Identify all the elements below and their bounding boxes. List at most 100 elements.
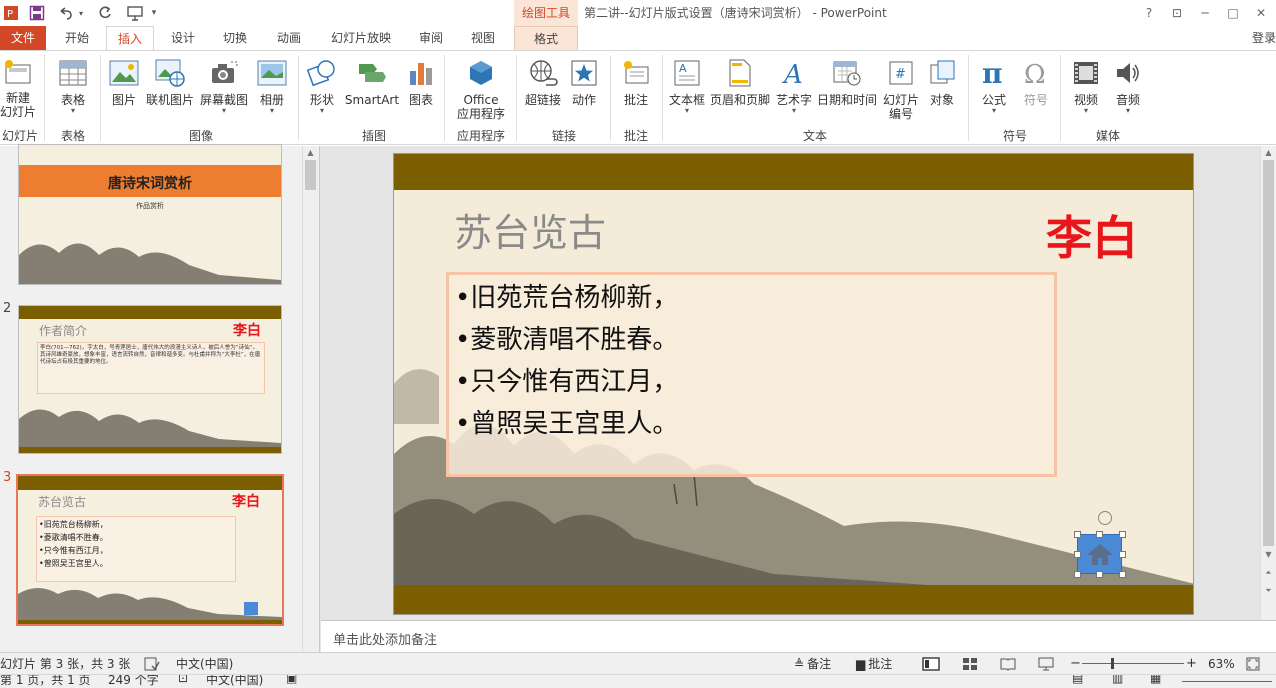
app-icon[interactable]: P — [0, 3, 22, 23]
shapes-button[interactable]: 形状 ▾ — [304, 57, 340, 115]
next-slide-icon[interactable]: ⏷ — [1263, 586, 1274, 596]
secondary-zoom-track[interactable] — [1182, 681, 1272, 682]
minimize-button[interactable]: ─ — [1192, 2, 1218, 24]
hyperlink-button[interactable]: 超链接 — [522, 57, 564, 107]
notes-pane[interactable]: 单击此处添加备注 — [321, 620, 1276, 652]
previous-slide-icon[interactable]: ⏶ — [1263, 568, 1274, 578]
office-apps-button[interactable]: Office 应用程序 — [450, 57, 512, 121]
zoom-slider-handle[interactable] — [1111, 658, 1115, 669]
tab-view[interactable]: 视图 — [460, 26, 506, 50]
resize-handle[interactable] — [1074, 571, 1081, 578]
zoom-level[interactable]: 63% — [1208, 653, 1235, 675]
slide-author[interactable]: 李白 — [1046, 202, 1138, 268]
redo-icon[interactable] — [94, 3, 116, 23]
sign-in-link[interactable]: 登录 — [1252, 26, 1276, 50]
poem-textbox[interactable]: •旧苑荒台杨柳新， •菱歌清唱不胜春。 •只今惟有西江月， •曾照吴王宫里人。 — [446, 272, 1057, 477]
tab-design[interactable]: 设计 — [160, 26, 206, 50]
undo-icon[interactable] — [54, 3, 76, 23]
close-button[interactable]: ✕ — [1248, 2, 1274, 24]
resize-handle[interactable] — [1119, 551, 1126, 558]
textbox-button[interactable]: A 文本框 ▾ — [666, 57, 708, 115]
slide-thumbnail-2[interactable]: 作者简介 李白 李白(701—762)，字太白，号青莲居士，唐代伟大的浪漫主义诗… — [18, 305, 282, 454]
chart-button[interactable]: 图表 — [404, 57, 438, 107]
tab-animations[interactable]: 动画 — [264, 26, 314, 50]
customize-qat-icon[interactable]: ▾ — [148, 3, 160, 23]
secondary-language-status[interactable]: 中文(中国) — [206, 675, 263, 688]
slide-title[interactable]: 苏台览古 — [454, 202, 606, 257]
spelling-check-icon[interactable] — [144, 653, 160, 675]
tab-format[interactable]: 格式 — [514, 26, 578, 51]
scroll-up-icon[interactable]: ▲ — [1263, 148, 1274, 157]
resize-handle[interactable] — [1074, 531, 1081, 538]
maximize-button[interactable]: □ — [1220, 2, 1246, 24]
secondary-view-icon[interactable]: ▦ — [1150, 675, 1161, 685]
equation-button[interactable]: π 公式 ▾ — [974, 57, 1014, 115]
secondary-view-icon[interactable]: ▤ — [1072, 675, 1083, 685]
start-slideshow-icon[interactable] — [124, 3, 146, 23]
tab-insert[interactable]: 插入 — [106, 26, 154, 51]
undo-dropdown-icon[interactable]: ▾ — [76, 3, 86, 23]
chart-label: 图表 — [408, 93, 433, 107]
symbol-button[interactable]: Ω 符号 — [1016, 57, 1056, 107]
picture-button[interactable]: 图片 — [106, 57, 142, 107]
slide-scrollbar[interactable]: ▲ ▼ ⏶ ⏷ — [1260, 146, 1276, 620]
ribbon-display-options-button[interactable]: ⊡ — [1164, 2, 1190, 24]
normal-view-icon[interactable] — [922, 653, 940, 675]
slide-sorter-view-icon[interactable] — [962, 653, 978, 675]
comment-button[interactable]: 批注 — [616, 57, 656, 107]
comments-toggle-button[interactable]: ▆ 批注 — [856, 653, 892, 675]
screenshot-label: 屏幕截图 — [199, 93, 248, 107]
notes-placeholder[interactable]: 单击此处添加备注 — [333, 629, 437, 648]
online-picture-button[interactable]: 联机图片 — [144, 57, 196, 107]
action-button[interactable]: 动作 — [566, 57, 602, 107]
thumbnail-scrollbar[interactable]: ▲ — [302, 146, 318, 652]
resize-handle[interactable] — [1074, 551, 1081, 558]
rotate-handle[interactable] — [1098, 511, 1112, 525]
home-action-button[interactable] — [1077, 534, 1122, 574]
slide-number-label-2: 编号 — [888, 107, 913, 121]
audio-button[interactable]: 音频 ▾ — [1108, 57, 1148, 115]
proofing-icon[interactable]: ⊡ — [178, 675, 188, 685]
table-button[interactable]: 表格 ▾ — [52, 57, 94, 115]
save-icon[interactable] — [26, 3, 48, 23]
macro-record-icon[interactable]: ▣ — [286, 675, 297, 685]
object-button[interactable]: 对象 — [924, 57, 960, 107]
tab-home[interactable]: 开始 — [54, 26, 100, 50]
tab-transitions[interactable]: 切换 — [212, 26, 258, 50]
resize-handle[interactable] — [1119, 571, 1126, 578]
title-bar: P ▾ ▾ 绘图工具 第二讲--幻灯片版式设置（唐诗宋词赏析） - PowerP… — [0, 0, 1276, 26]
slide-number-button[interactable]: # 幻灯片 编号 — [880, 57, 922, 121]
zoom-slider-track[interactable] — [1082, 663, 1184, 664]
fit-to-window-icon[interactable] — [1246, 653, 1260, 675]
zoom-out-button[interactable]: − — [1070, 653, 1081, 675]
photo-album-button[interactable]: 相册 ▾ — [254, 57, 290, 115]
screenshot-button[interactable]: 屏幕截图 ▾ — [198, 57, 250, 115]
resize-handle[interactable] — [1096, 531, 1103, 538]
slideshow-view-icon[interactable] — [1038, 653, 1054, 675]
smartart-button[interactable]: SmartArt — [342, 57, 402, 107]
tab-slideshow[interactable]: 幻灯片放映 — [322, 26, 400, 50]
date-time-button[interactable]: 日期和时间 — [816, 57, 878, 107]
scroll-down-icon[interactable]: ▼ — [1263, 550, 1274, 559]
scrollbar-thumb[interactable] — [1263, 160, 1274, 546]
notes-toggle-button[interactable]: ≜ 备注 — [794, 653, 831, 675]
speaker-icon — [1112, 57, 1144, 89]
zoom-in-button[interactable]: + — [1186, 653, 1197, 675]
current-slide[interactable]: 苏台览古 李白 •旧苑荒台杨柳新， •菱歌清唱不胜春。 •只今惟有西江月， •曾… — [393, 153, 1194, 615]
scroll-up-icon[interactable]: ▲ — [305, 148, 316, 158]
help-button[interactable]: ? — [1136, 2, 1162, 24]
new-slide-button[interactable]: 新建 幻灯片 — [0, 57, 36, 119]
wordart-button[interactable]: A 艺术字 ▾ — [774, 57, 814, 115]
slide-thumbnail-1[interactable]: 唐诗宋词赏析 作品赏析 — [18, 144, 282, 285]
slide-thumbnail-3-selected[interactable]: 苏台览古 李白 •旧苑荒台杨柳新， •菱歌清唱不胜春。 •只今惟有西江月， •曾… — [16, 474, 284, 626]
resize-handle[interactable] — [1096, 571, 1103, 578]
tab-review[interactable]: 审阅 — [408, 26, 454, 50]
language-status[interactable]: 中文(中国) — [176, 653, 233, 675]
reading-view-icon[interactable] — [1000, 653, 1016, 675]
secondary-view-icon[interactable]: ▥ — [1112, 675, 1123, 685]
resize-handle[interactable] — [1119, 531, 1126, 538]
header-footer-button[interactable]: 页眉和页脚 — [708, 57, 772, 107]
scrollbar-thumb[interactable] — [305, 160, 316, 190]
video-button[interactable]: 视频 ▾ — [1066, 57, 1106, 115]
tab-file[interactable]: 文件 — [0, 26, 46, 50]
